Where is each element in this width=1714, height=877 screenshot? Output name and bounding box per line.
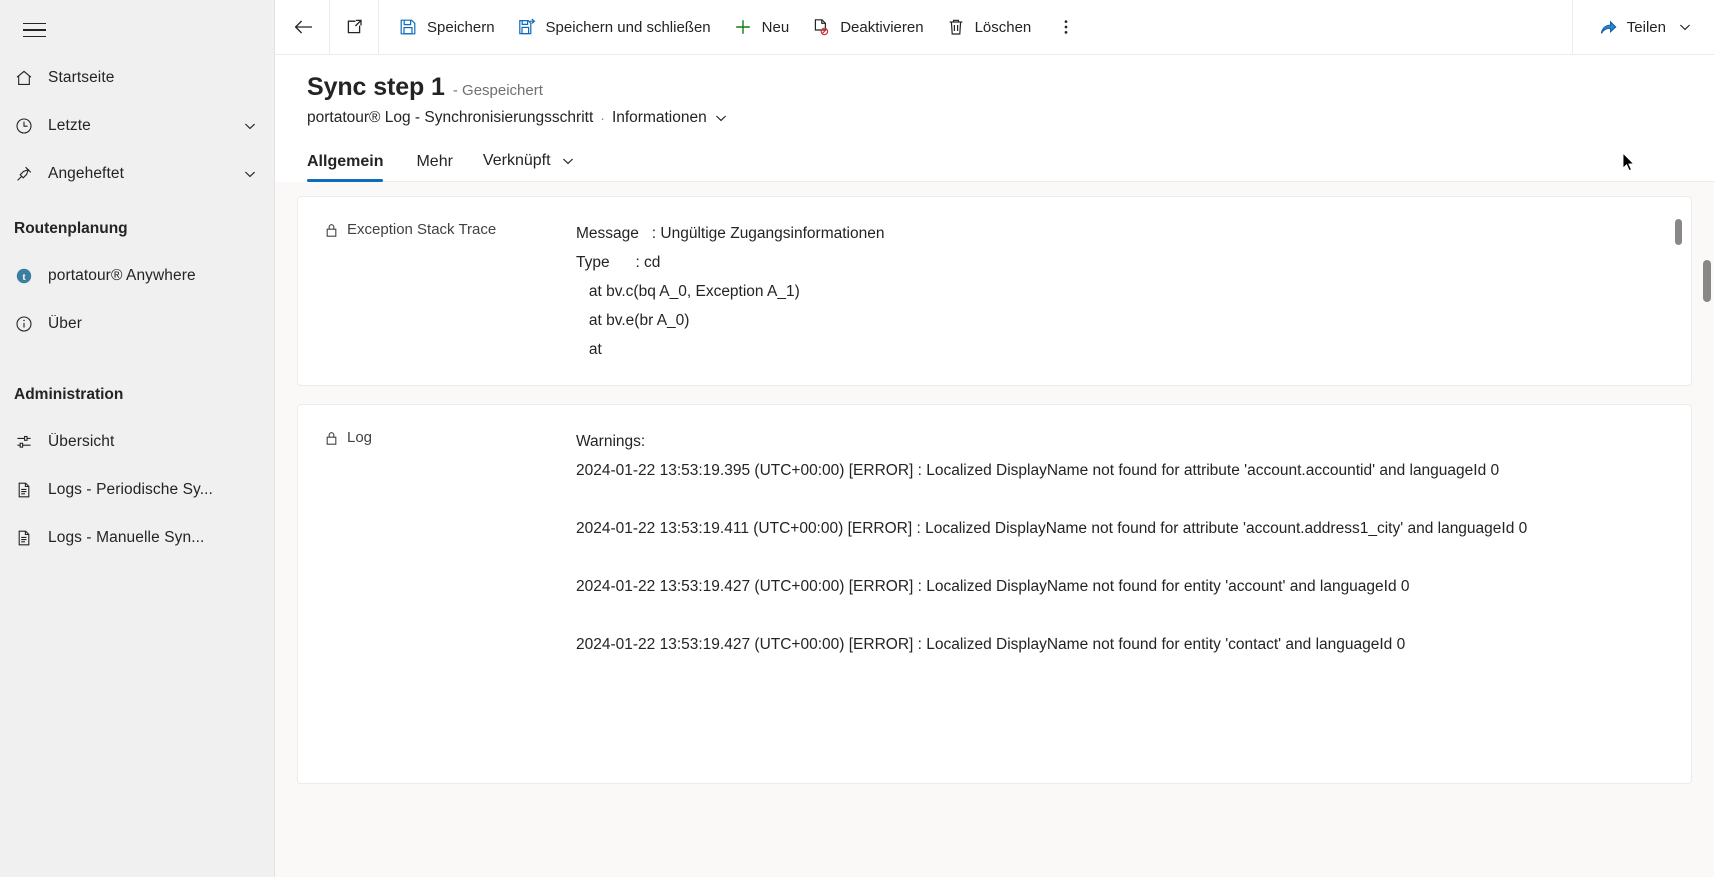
home-icon (14, 66, 48, 90)
field-value-exception-stack-trace[interactable]: Message : Ungültige Zugangsinformationen… (576, 219, 1667, 363)
form-content: Exception Stack Trace Message : Ungültig… (275, 182, 1714, 877)
main-area: Speichern Speichern und schließen Neu De… (274, 0, 1714, 877)
sidebar-item-label: Angeheftet (48, 165, 124, 182)
field-label-text: Exception Stack Trace (347, 221, 497, 238)
chevron-down-icon[interactable] (1675, 17, 1695, 37)
save-and-close-label: Speichern und schließen (545, 18, 711, 36)
sidebar-item-portatour-anywhere[interactable]: t portatour® Anywhere (0, 252, 274, 300)
sidebar-item-logs-periodische-sync[interactable]: Logs - Periodische Sy... (0, 466, 274, 514)
exception-field-scrollbar[interactable] (1675, 219, 1682, 365)
tab-verknuepft[interactable]: Verknüpft (468, 145, 593, 181)
save-icon (398, 17, 418, 37)
breadcrumb-entity[interactable]: portatour® Log - Synchronisierungsschrit… (307, 109, 593, 127)
clock-icon (14, 114, 48, 138)
sidebar-group-title-administration: Administration (14, 386, 124, 403)
sidebar-item-startseite[interactable]: Startseite (0, 54, 274, 102)
lock-icon (324, 430, 339, 450)
tab-mehr[interactable]: Mehr (401, 147, 467, 181)
tab-label: Mehr (416, 153, 453, 170)
sidebar-item-logs-manuelle-sync[interactable]: Logs - Manuelle Syn... (0, 514, 274, 562)
form-tabs: Allgemein Mehr Verknüpft (307, 145, 1714, 182)
breadcrumb: portatour® Log - Synchronisierungsschrit… (307, 109, 1714, 127)
page-scroll-thumb[interactable] (1703, 260, 1711, 302)
tab-allgemein[interactable]: Allgemein (307, 147, 401, 182)
share-area: Teilen (1571, 0, 1714, 55)
tab-label: Verknüpft (482, 152, 551, 169)
sidebar-item-uebersicht[interactable]: Übersicht (0, 418, 274, 466)
deactivate-label: Deaktivieren (840, 18, 924, 36)
save-label: Speichern (427, 18, 495, 36)
sidebar-item-letzte[interactable]: Letzte (0, 102, 274, 150)
app-root: Startseite Letzte Angeheftet Routenplanu… (0, 0, 1714, 877)
field-label-text: Log (347, 429, 373, 446)
pin-icon (14, 162, 48, 186)
share-button[interactable]: Teilen (1587, 7, 1706, 47)
open-in-new-window-icon (344, 17, 364, 37)
field-value-log[interactable]: Warnings: 2024-01-22 13:53:19.395 (UTC+0… (576, 427, 1667, 761)
save-button[interactable]: Speichern (387, 7, 506, 47)
info-icon (14, 312, 48, 336)
breadcrumb-separator: · (600, 110, 605, 126)
hamburger-menu-icon[interactable] (10, 6, 58, 54)
back-button[interactable] (279, 7, 329, 47)
trash-icon (946, 17, 966, 37)
sidebar-item-label: Startseite (48, 69, 115, 86)
delete-label: Löschen (974, 18, 1032, 36)
plus-icon (733, 17, 753, 37)
save-and-close-icon (517, 17, 537, 37)
arrow-left-icon (293, 17, 315, 37)
new-button[interactable]: Neu (722, 7, 801, 47)
chevron-down-icon[interactable] (240, 164, 260, 184)
chevron-down-icon[interactable] (713, 110, 729, 126)
field-card-log: Log Warnings: 2024-01-22 13:53:19.395 (U… (297, 404, 1692, 784)
chevron-down-icon[interactable] (558, 151, 578, 171)
breadcrumb-form[interactable]: Informationen (612, 109, 707, 127)
sidebar-item-angeheftet[interactable]: Angeheftet (0, 150, 274, 198)
sidebar-item-ueber[interactable]: Über (0, 300, 274, 348)
popout-button[interactable] (330, 7, 378, 47)
share-label: Teilen (1626, 18, 1666, 36)
sidebar-group-title-routenplanung: Routenplanung (14, 220, 128, 237)
new-label: Neu (761, 18, 790, 36)
document-icon (14, 478, 48, 502)
document-icon (14, 526, 48, 550)
sidebar-item-label: Logs - Periodische Sy... (48, 481, 213, 498)
sidebar-item-label: Übersicht (48, 433, 115, 450)
field-label-log: Log (324, 427, 576, 761)
save-and-close-button[interactable]: Speichern und schließen (506, 7, 722, 47)
record-state-label: - Gespeichert (452, 82, 543, 99)
title-row: Sync step 1 - Gespeichert (307, 73, 1714, 102)
more-vertical-icon (1056, 17, 1076, 37)
settings-sliders-icon (14, 430, 48, 454)
portatour-logo-icon: t (14, 264, 48, 288)
exception-field-scroll-thumb[interactable] (1675, 219, 1682, 245)
sidebar-item-label: Logs - Manuelle Syn... (48, 529, 205, 546)
page-title: Sync step 1 (307, 73, 445, 101)
command-divider (378, 0, 379, 55)
share-icon (1598, 17, 1618, 37)
lock-icon (324, 222, 339, 242)
chevron-down-icon[interactable] (240, 116, 260, 136)
sidebar-item-label: Letzte (48, 117, 91, 134)
sidebar-item-label: portatour® Anywhere (48, 267, 196, 284)
tab-label: Allgemein (307, 153, 384, 170)
deactivate-button[interactable]: Deaktivieren (800, 7, 934, 47)
deactivate-icon (811, 17, 831, 37)
page-header: Sync step 1 - Gespeichert portatour® Log… (275, 55, 1714, 182)
field-label-exception-stack-trace: Exception Stack Trace (324, 219, 576, 363)
sidebar-item-label: Über (48, 315, 82, 332)
sidebar: Startseite Letzte Angeheftet Routenplanu… (0, 0, 274, 877)
field-card-exception-stack-trace: Exception Stack Trace Message : Ungültig… (297, 196, 1692, 386)
command-bar: Speichern Speichern und schließen Neu De… (275, 0, 1714, 55)
overflow-menu-button[interactable] (1042, 7, 1090, 47)
delete-button[interactable]: Löschen (935, 7, 1043, 47)
page-scrollbar[interactable] (1700, 182, 1714, 877)
